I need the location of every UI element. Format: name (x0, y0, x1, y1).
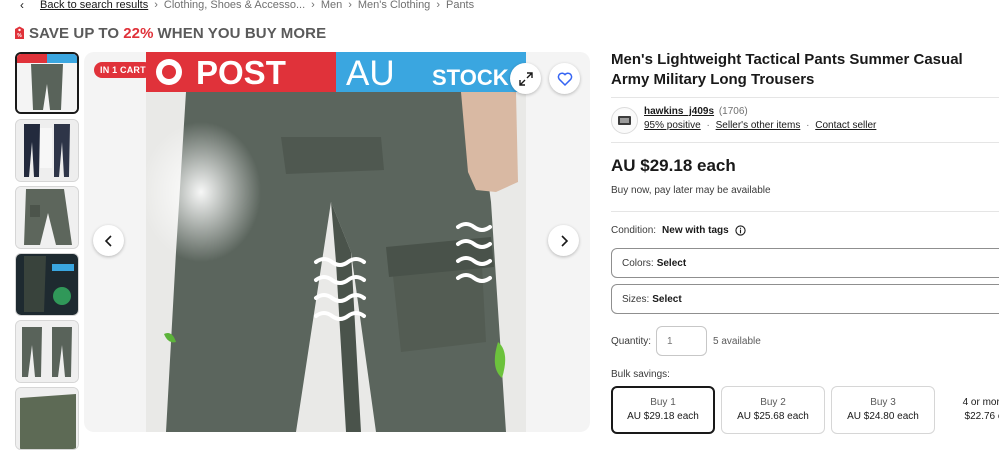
breadcrumb-item-men[interactable]: Men (321, 0, 342, 11)
expand-icon (518, 71, 533, 86)
quantity-label: Quantity: (611, 336, 652, 347)
feedback-count: (1706) (718, 106, 748, 117)
condition-row: Condition: New with tags (611, 225, 746, 236)
svg-text:%: % (17, 33, 22, 39)
main-product-image[interactable]: POST AU STOCK IN 1 CART (84, 52, 590, 432)
bulk-savings-label: Bulk savings: (611, 369, 670, 380)
promo-percent: 22% (123, 24, 154, 42)
divider (611, 97, 999, 98)
back-to-search-link[interactable]: Back to search results (40, 0, 148, 11)
promo-suffix: WHEN YOU BUY MORE (157, 24, 327, 42)
breadcrumb-item-category[interactable]: Clothing, Shoes & Accesso... (164, 0, 305, 11)
seller-name-link[interactable]: hawkins_j409s (644, 106, 714, 117)
chevron-left-icon[interactable]: ‹ (20, 0, 32, 12)
thumbnail-image (16, 254, 78, 315)
product-photo: POST AU STOCK (146, 52, 526, 432)
divider (611, 211, 999, 212)
thumbnail-image (16, 120, 78, 181)
quantity-input[interactable] (656, 326, 707, 356)
thumbnail-image (16, 187, 78, 248)
banner-post-text: POST (196, 54, 286, 91)
bulk-qty: 4 or more (962, 397, 999, 408)
condition-value: New with tags (662, 225, 729, 236)
bulk-option-4-or-more[interactable]: 4 or more $22.76 e (954, 397, 999, 422)
bulk-qty: Buy 3 (870, 397, 896, 408)
bulk-price: AU $25.68 each (737, 411, 809, 422)
available-count: 5 available (713, 336, 761, 347)
condition-label: Condition: (611, 225, 657, 236)
colors-select[interactable]: Colors: Select (611, 248, 999, 278)
bulk-qty: Buy 2 (760, 397, 786, 408)
chevron-right-icon: › (311, 0, 315, 11)
thumbnail-2[interactable] (15, 119, 79, 182)
previous-image-button[interactable] (93, 225, 124, 256)
store-icon (618, 116, 631, 125)
seller-info: hawkins_j409s (1706) (644, 106, 748, 117)
colors-label: Colors: (622, 257, 654, 269)
bulk-price: AU $24.80 each (847, 411, 919, 422)
banner-stock-text: STOCK (432, 65, 509, 90)
item-price: AU $29.18 each (611, 156, 736, 175)
thumbnail-4[interactable] (15, 253, 79, 316)
thumbnail-5[interactable] (15, 320, 79, 383)
seller-links: 95% positive · Seller's other items · Co… (644, 120, 876, 131)
seller-avatar[interactable] (611, 107, 638, 134)
breadcrumb: ‹ Back to search results › Clothing, Sho… (20, 0, 474, 12)
contact-seller-link[interactable]: Contact seller (815, 120, 876, 131)
seller-other-items-link[interactable]: Seller's other items (716, 120, 801, 131)
bulk-option-buy-2[interactable]: Buy 2 AU $25.68 each (721, 386, 825, 434)
bulk-qty: Buy 1 (650, 397, 676, 408)
separator-dot: · (706, 120, 710, 131)
thumbnail-3[interactable] (15, 186, 79, 249)
sale-tag-icon: % (15, 26, 24, 39)
thumbnail-image (16, 388, 78, 449)
sizes-value: Select (652, 293, 682, 305)
fullscreen-button[interactable] (510, 63, 541, 94)
chevron-left-icon (104, 234, 112, 247)
divider (611, 142, 999, 143)
chevron-right-icon (560, 234, 568, 247)
bulk-option-buy-3[interactable]: Buy 3 AU $24.80 each (831, 386, 935, 434)
breadcrumb-item-pants[interactable]: Pants (446, 0, 474, 11)
sizes-select[interactable]: Sizes: Select (611, 284, 999, 314)
thumbnail-image (16, 321, 78, 382)
in-cart-badge: IN 1 CART (94, 62, 152, 78)
thumbnail-1[interactable] (15, 52, 79, 114)
chevron-right-icon: › (436, 0, 440, 11)
banner-au-text: AU (346, 54, 395, 93)
bnpl-note: Buy now, pay later may be available (611, 185, 771, 196)
info-icon[interactable] (735, 225, 746, 236)
promo-prefix: SAVE UP TO (29, 24, 120, 42)
promo-banner: % SAVE UP TO 22% WHEN YOU BUY MORE (14, 22, 326, 44)
colors-value: Select (656, 257, 687, 269)
heart-icon (557, 71, 572, 86)
separator-dot: · (806, 120, 810, 131)
bulk-price: $22.76 e (964, 411, 999, 422)
chevron-right-icon: › (348, 0, 352, 11)
next-image-button[interactable] (548, 225, 579, 256)
sizes-label: Sizes: (622, 293, 650, 305)
positive-feedback-link[interactable]: 95% positive (644, 120, 701, 131)
thumbnail-6[interactable] (15, 387, 79, 450)
breadcrumb-item-mens-clothing[interactable]: Men's Clothing (358, 0, 430, 11)
bulk-option-buy-1[interactable]: Buy 1 AU $29.18 each (611, 386, 715, 434)
watch-button[interactable] (549, 63, 580, 94)
chevron-right-icon: › (154, 0, 158, 11)
listing-title: Men's Lightweight Tactical Pants Summer … (611, 51, 963, 88)
thumbnail-image (17, 54, 77, 112)
bulk-price: AU $29.18 each (627, 411, 699, 422)
